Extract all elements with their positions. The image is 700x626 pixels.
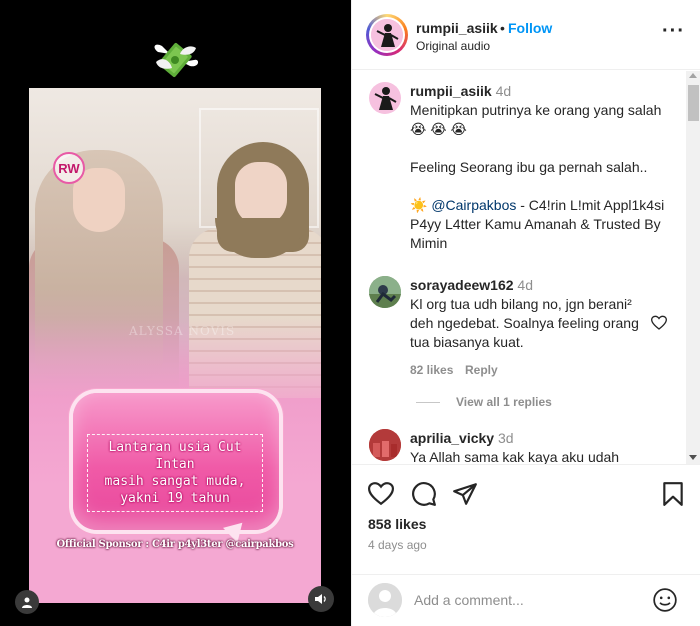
comment-time[interactable]: 4d (517, 277, 533, 293)
default-user-icon (368, 583, 402, 617)
comment-input[interactable] (414, 588, 644, 612)
profile-photo-icon (369, 429, 401, 461)
like-count[interactable]: 858 likes (368, 516, 426, 532)
profile-silhouette-icon (371, 19, 403, 51)
comment-like-count[interactable]: 82 likes (410, 363, 453, 377)
video-caption: Lantaran usia Cut Intan masih sangat mud… (87, 434, 263, 512)
post-timestamp[interactable]: 4 days ago (368, 538, 427, 552)
comments-scrollbar[interactable] (686, 71, 700, 464)
channel-logo: RW (53, 152, 85, 184)
sun-icon: ☀️ (410, 197, 428, 213)
speaker-icon (315, 594, 326, 604)
comment-item: aprilia_vicky 3d Ya Allah sama kak kaya … (410, 429, 650, 464)
header-username[interactable]: rumpii_asiik (416, 20, 498, 36)
view-replies-label: View all 1 replies (456, 395, 552, 409)
share-paper-plane-icon[interactable] (452, 481, 478, 507)
comment-item: sorayadeew162 4d Kl org tua udh bilang n… (410, 276, 650, 352)
comment-bubble-icon[interactable] (411, 481, 437, 507)
comment-time[interactable]: 4d (496, 83, 512, 99)
comment-username[interactable]: sorayadeew162 (410, 277, 514, 293)
scroll-down-arrow-icon[interactable] (689, 455, 697, 460)
scroll-thumb[interactable] (688, 85, 699, 121)
more-options-button[interactable]: ··· (662, 21, 686, 41)
audio-link[interactable]: Original audio (416, 39, 490, 53)
caption-line: masih sangat muda, (104, 474, 246, 489)
add-comment-bar (352, 574, 700, 626)
post-sidebar: rumpii_asiik • Follow Original audio ···… (351, 0, 700, 626)
profile-silhouette-icon (374, 87, 397, 110)
comment-text: Ya Allah sama kak kaya aku udah (410, 449, 620, 464)
comment-time[interactable]: 3d (498, 430, 514, 446)
user-icon (22, 597, 32, 608)
flying-money-icon (154, 43, 199, 77)
mention-link[interactable]: @Cairpakbos (431, 197, 516, 213)
avatar[interactable] (369, 82, 401, 114)
comment-username[interactable]: rumpii_asiik (410, 83, 492, 99)
avatar[interactable] (371, 19, 403, 51)
video-watermark: ALYSSA NOVIS (129, 324, 236, 338)
caption-comment: rumpii_asiik 4d Menitipkan putrinya ke o… (410, 82, 680, 253)
scroll-up-arrow-icon[interactable] (689, 73, 697, 78)
avatar[interactable] (369, 429, 401, 461)
caption-sponsor: ☀️ @Cairpakbos - C4!rin L!mit Appl1k4si … (410, 196, 680, 253)
caption-line: yakni 19 tahun (120, 491, 230, 506)
caption-line-1: Menitipkan putrinya ke orang yang salah … (410, 102, 662, 137)
avatar[interactable] (369, 276, 401, 308)
comment-username[interactable]: aprilia_vicky (410, 430, 494, 446)
sponsor-text: Official Sponsor : C4ir p4yl3ter @cairpa… (56, 539, 294, 550)
view-replies-button[interactable]: View all 1 replies (416, 395, 552, 409)
caption-line-2: Feeling Seorang ibu ga pernah salah.. (410, 159, 648, 175)
sound-toggle-button[interactable] (308, 586, 334, 612)
post-actions: 858 likes 4 days ago (352, 464, 700, 574)
post-media[interactable]: RW ALYSSA NOVIS Lantaran usia Cut Intan … (0, 0, 351, 626)
video-frame[interactable]: RW ALYSSA NOVIS Lantaran usia Cut Intan … (29, 88, 321, 603)
save-bookmark-icon[interactable] (660, 481, 686, 507)
caption-line: Lantaran usia Cut Intan (108, 440, 242, 472)
tagged-users-button[interactable] (15, 590, 39, 614)
comments-list[interactable]: rumpii_asiik 4d Menitipkan putrinya ke o… (352, 71, 700, 464)
current-user-avatar (368, 583, 402, 617)
profile-photo-icon (369, 276, 401, 308)
follow-button[interactable]: Follow (508, 20, 552, 36)
like-comment-heart-icon[interactable] (651, 315, 667, 331)
comment-text: Kl org tua udh bilang no, jgn berani² de… (410, 296, 639, 350)
post-header: rumpii_asiik • Follow Original audio ··· (352, 0, 700, 70)
replies-line (416, 401, 440, 403)
reply-button[interactable]: Reply (465, 363, 498, 377)
emoji-smiley-icon[interactable] (652, 587, 678, 613)
person-right-face (235, 162, 287, 226)
like-heart-icon[interactable] (368, 481, 394, 507)
separator-dot: • (500, 20, 505, 36)
